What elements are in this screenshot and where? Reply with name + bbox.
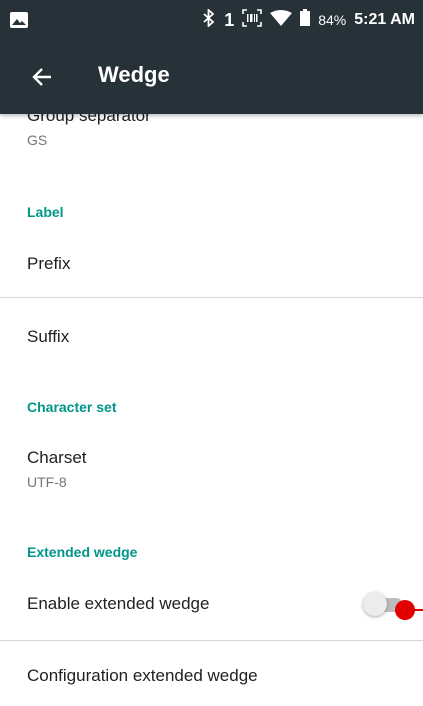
wifi-icon xyxy=(270,9,293,31)
sim-indicator: 1 xyxy=(224,9,235,30)
app-bar: Wedge xyxy=(0,40,423,114)
touch-indicator-trail xyxy=(413,609,423,611)
arrow-back-icon[interactable] xyxy=(24,59,60,95)
page-title: Wedge xyxy=(98,62,170,87)
battery-icon xyxy=(300,9,311,31)
bluetooth-icon xyxy=(202,7,216,32)
pref-prefix[interactable]: Prefix xyxy=(27,254,423,274)
pref-configuration-extended-wedge[interactable]: Configuration extended wedge xyxy=(27,666,423,686)
category-extended-wedge: Extended wedge xyxy=(27,544,138,560)
status-icons: 1 84% 5:21 AM xyxy=(202,0,415,40)
pref-title: Group separator xyxy=(27,114,151,125)
pref-title: Configuration extended wedge xyxy=(27,666,258,685)
pref-charset[interactable]: Charset UTF-8 xyxy=(27,448,423,490)
image-icon xyxy=(10,12,28,33)
pref-suffix[interactable]: Suffix xyxy=(27,327,423,347)
category-character-set: Character set xyxy=(27,399,117,415)
switch-thumb xyxy=(363,592,387,616)
category-label: Label xyxy=(27,204,64,220)
battery-percent: 84% xyxy=(318,12,347,28)
pref-title: Suffix xyxy=(27,327,70,346)
touch-indicator-dot xyxy=(395,600,415,620)
pref-summary: UTF-8 xyxy=(27,474,67,490)
barcode-icon xyxy=(242,8,263,32)
divider xyxy=(0,297,423,298)
pref-group-separator[interactable]: Group separator GS xyxy=(27,114,423,148)
pref-title: Charset xyxy=(27,448,87,467)
pref-summary: GS xyxy=(27,132,48,148)
divider xyxy=(0,640,423,641)
pref-title: Prefix xyxy=(27,254,71,273)
preference-list: Group separator GS Label Prefix Suffix C… xyxy=(0,114,423,706)
status-bar: 1 84% 5:21 AM xyxy=(0,0,423,40)
clock: 5:21 AM xyxy=(354,11,415,28)
